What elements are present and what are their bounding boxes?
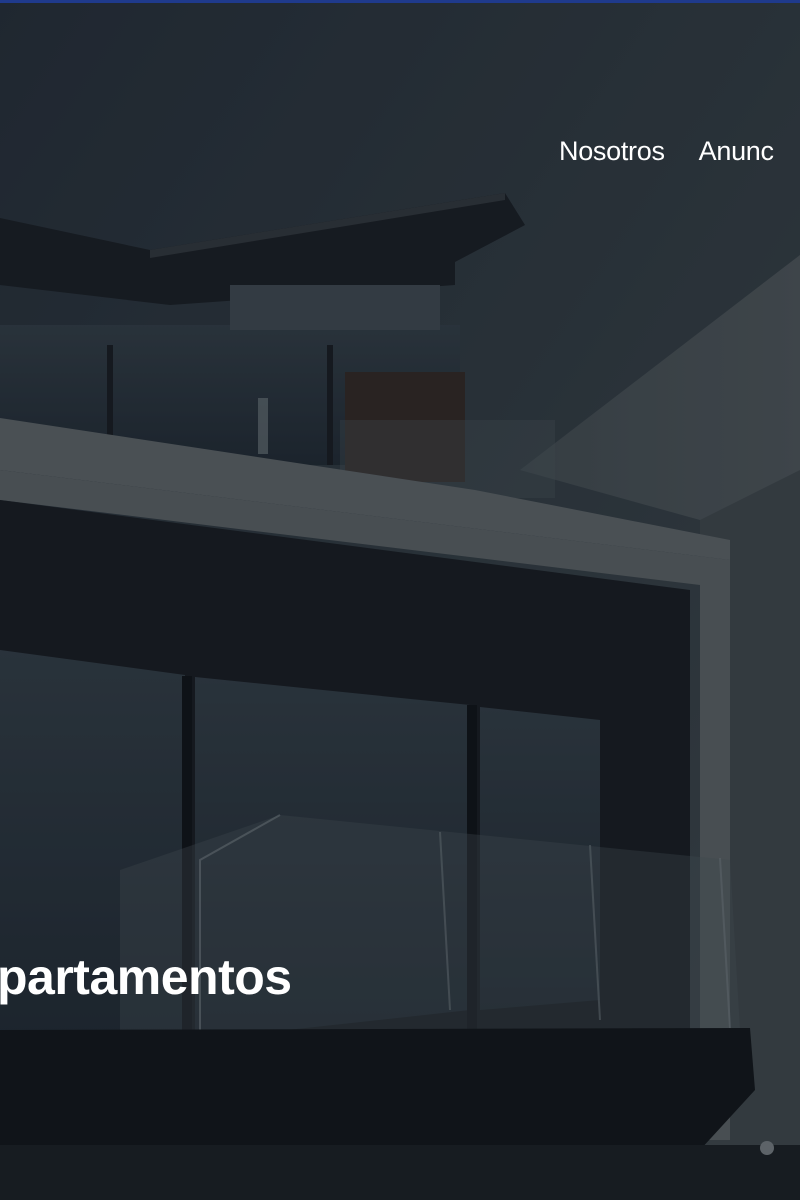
nav-link-anuncios[interactable]: Anunc <box>699 136 774 167</box>
top-accent-bar <box>0 0 800 3</box>
hero-title: partamentos <box>0 949 292 1005</box>
main-navigation: Nosotros Anunc <box>559 136 774 167</box>
hero-dark-overlay <box>0 0 800 1200</box>
page: Nosotros Anunc partamentos <box>0 0 800 1200</box>
nav-link-nosotros[interactable]: Nosotros <box>559 136 665 167</box>
